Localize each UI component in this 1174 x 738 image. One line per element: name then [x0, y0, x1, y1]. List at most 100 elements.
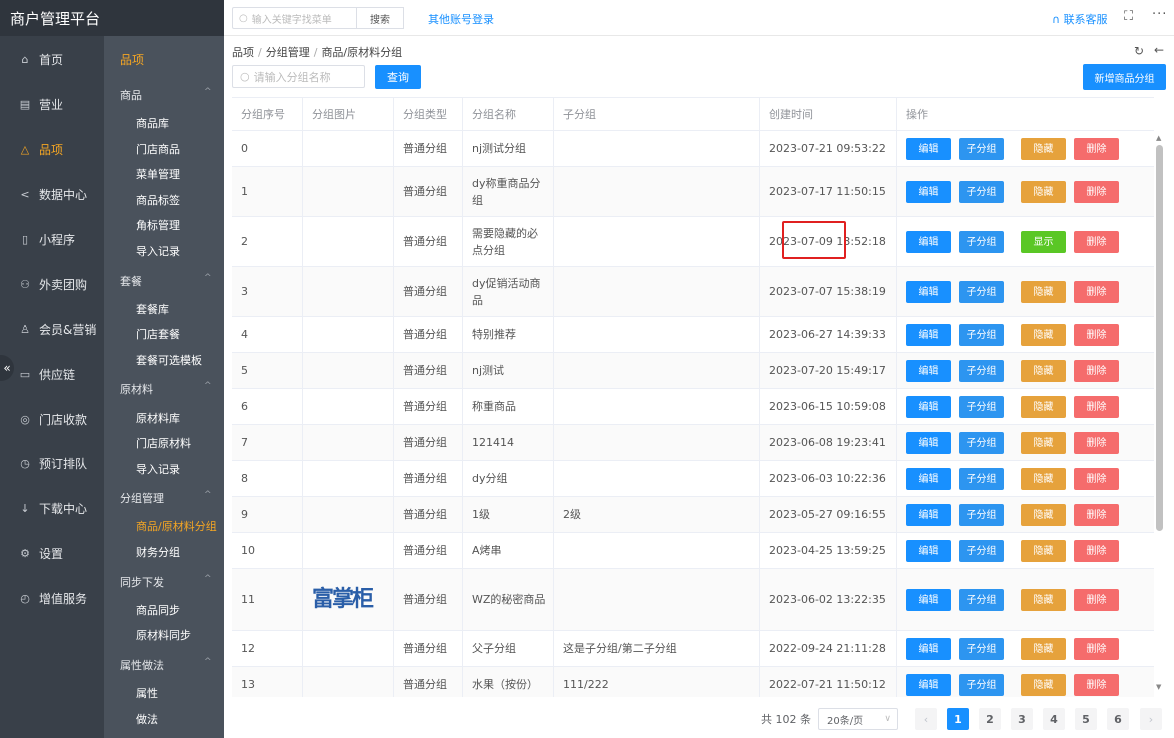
submenu-item[interactable]: 商品/原材料分组: [136, 518, 217, 534]
hide-button[interactable]: 隐藏: [1021, 638, 1066, 660]
edit-button[interactable]: 编辑: [906, 360, 951, 382]
edit-button[interactable]: 编辑: [906, 281, 951, 303]
delete-button[interactable]: 删除: [1074, 324, 1119, 346]
nav-item[interactable]: ⌂ 首页: [18, 51, 64, 68]
hide-button[interactable]: 隐藏: [1021, 324, 1066, 346]
edit-button[interactable]: 编辑: [906, 181, 951, 203]
page-size-select[interactable]: 20条/页 ∨: [818, 708, 898, 730]
submenu-item[interactable]: 商品同步: [136, 602, 180, 618]
page-number-button[interactable]: 4: [1043, 708, 1065, 730]
submenu-item[interactable]: 做法: [136, 711, 158, 727]
submenu-item[interactable]: 套餐库: [136, 301, 169, 317]
submenu-item[interactable]: 导入记录: [136, 461, 180, 477]
edit-button[interactable]: 编辑: [906, 540, 951, 562]
delete-button[interactable]: 删除: [1074, 396, 1119, 418]
nav-item[interactable]: ◷ 预订排队: [18, 455, 87, 472]
contact-support-link[interactable]: ∩ 联系客服: [1052, 11, 1108, 27]
submenu-group[interactable]: 套餐 ^: [120, 273, 212, 289]
hide-button[interactable]: 隐藏: [1021, 181, 1066, 203]
submenu-group[interactable]: 商品 ^: [120, 87, 212, 103]
hide-button[interactable]: 隐藏: [1021, 589, 1066, 611]
edit-button[interactable]: 编辑: [906, 138, 951, 160]
subgroup-button[interactable]: 子分组: [959, 138, 1004, 160]
submenu-title[interactable]: 品项: [120, 51, 144, 68]
edit-button[interactable]: 编辑: [906, 324, 951, 346]
subgroup-button[interactable]: 子分组: [959, 638, 1004, 660]
delete-button[interactable]: 删除: [1074, 540, 1119, 562]
submenu-group[interactable]: 原材料 ^: [120, 381, 212, 397]
hide-button[interactable]: 隐藏: [1021, 138, 1066, 160]
submenu-item[interactable]: 导入记录: [136, 243, 180, 259]
refresh-icon[interactable]: ↻: [1134, 44, 1144, 58]
hide-button[interactable]: 隐藏: [1021, 396, 1066, 418]
hide-button[interactable]: 隐藏: [1021, 540, 1066, 562]
group-name-search-input[interactable]: ○ 请输入分组名称: [232, 65, 365, 88]
nav-item[interactable]: ◎ 门店收款: [18, 411, 87, 428]
scroll-up-icon[interactable]: ▲: [1156, 134, 1161, 142]
hide-button[interactable]: 隐藏: [1021, 360, 1066, 382]
page-number-button[interactable]: 6: [1107, 708, 1129, 730]
menu-search-button[interactable]: 搜索: [357, 7, 404, 29]
subgroup-button[interactable]: 子分组: [959, 468, 1004, 490]
delete-button[interactable]: 删除: [1074, 504, 1119, 526]
delete-button[interactable]: 删除: [1074, 468, 1119, 490]
edit-button[interactable]: 编辑: [906, 396, 951, 418]
prev-page-icon[interactable]: ‹: [915, 708, 937, 730]
delete-button[interactable]: 删除: [1074, 432, 1119, 454]
delete-button[interactable]: 删除: [1074, 231, 1119, 253]
page-number-button[interactable]: 1: [947, 708, 969, 730]
back-arrow-icon[interactable]: ←: [1154, 43, 1164, 57]
subgroup-button[interactable]: 子分组: [959, 589, 1004, 611]
submenu-group[interactable]: 分组管理 ^: [120, 490, 212, 506]
delete-button[interactable]: 删除: [1074, 138, 1119, 160]
page-number-button[interactable]: 3: [1011, 708, 1033, 730]
scroll-down-icon[interactable]: ▼: [1156, 683, 1161, 691]
menu-search-input[interactable]: ○ 输入关键字找菜单: [232, 7, 357, 29]
nav-item[interactable]: ↓ 下载中心: [18, 500, 87, 517]
subgroup-button[interactable]: 子分组: [959, 396, 1004, 418]
edit-button[interactable]: 编辑: [906, 468, 951, 490]
page-number-button[interactable]: 5: [1075, 708, 1097, 730]
submenu-item[interactable]: 属性: [136, 685, 158, 701]
breadcrumb-item[interactable]: 品项: [232, 46, 254, 59]
subgroup-button[interactable]: 子分组: [959, 324, 1004, 346]
hide-button[interactable]: 隐藏: [1021, 674, 1066, 696]
submenu-item[interactable]: 菜单管理: [136, 166, 180, 182]
hide-button[interactable]: 隐藏: [1021, 468, 1066, 490]
subgroup-button[interactable]: 子分组: [959, 360, 1004, 382]
delete-button[interactable]: 删除: [1074, 281, 1119, 303]
delete-button[interactable]: 删除: [1074, 674, 1119, 696]
subgroup-button[interactable]: 子分组: [959, 540, 1004, 562]
edit-button[interactable]: 编辑: [906, 638, 951, 660]
edit-button[interactable]: 编辑: [906, 432, 951, 454]
submenu-item[interactable]: 门店套餐: [136, 326, 180, 342]
submenu-item[interactable]: 角标管理: [136, 217, 180, 233]
edit-button[interactable]: 编辑: [906, 674, 951, 696]
submenu-item[interactable]: 商品库: [136, 115, 169, 131]
subgroup-button[interactable]: 子分组: [959, 674, 1004, 696]
edit-button[interactable]: 编辑: [906, 504, 951, 526]
page-number-button[interactable]: 2: [979, 708, 1001, 730]
subgroup-button[interactable]: 子分组: [959, 432, 1004, 454]
delete-button[interactable]: 删除: [1074, 181, 1119, 203]
scroll-thumb[interactable]: [1156, 145, 1163, 531]
collapse-sidebar-button[interactable]: «: [0, 355, 14, 381]
subgroup-button[interactable]: 子分组: [959, 504, 1004, 526]
delete-button[interactable]: 删除: [1074, 589, 1119, 611]
delete-button[interactable]: 删除: [1074, 360, 1119, 382]
breadcrumb-item[interactable]: 分组管理: [266, 46, 310, 59]
hide-button[interactable]: 隐藏: [1021, 432, 1066, 454]
submenu-item[interactable]: 财务分组: [136, 544, 180, 560]
subgroup-button[interactable]: 子分组: [959, 231, 1004, 253]
table-scrollbar[interactable]: ▲ ▼: [1154, 130, 1166, 697]
submenu-group[interactable]: 同步下发 ^: [120, 574, 212, 590]
fullscreen-icon[interactable]: ⛶: [1124, 9, 1133, 24]
other-account-login-link[interactable]: 其他账号登录: [428, 11, 494, 27]
nav-item[interactable]: △ 品项: [18, 141, 63, 158]
submenu-item[interactable]: 原材料库: [136, 410, 180, 426]
nav-item[interactable]: ▤ 营业: [18, 96, 63, 113]
hide-button[interactable]: 隐藏: [1021, 281, 1066, 303]
more-icon[interactable]: ···: [1152, 7, 1167, 22]
edit-button[interactable]: 编辑: [906, 231, 951, 253]
nav-item[interactable]: ▭ 供应链: [18, 366, 75, 383]
